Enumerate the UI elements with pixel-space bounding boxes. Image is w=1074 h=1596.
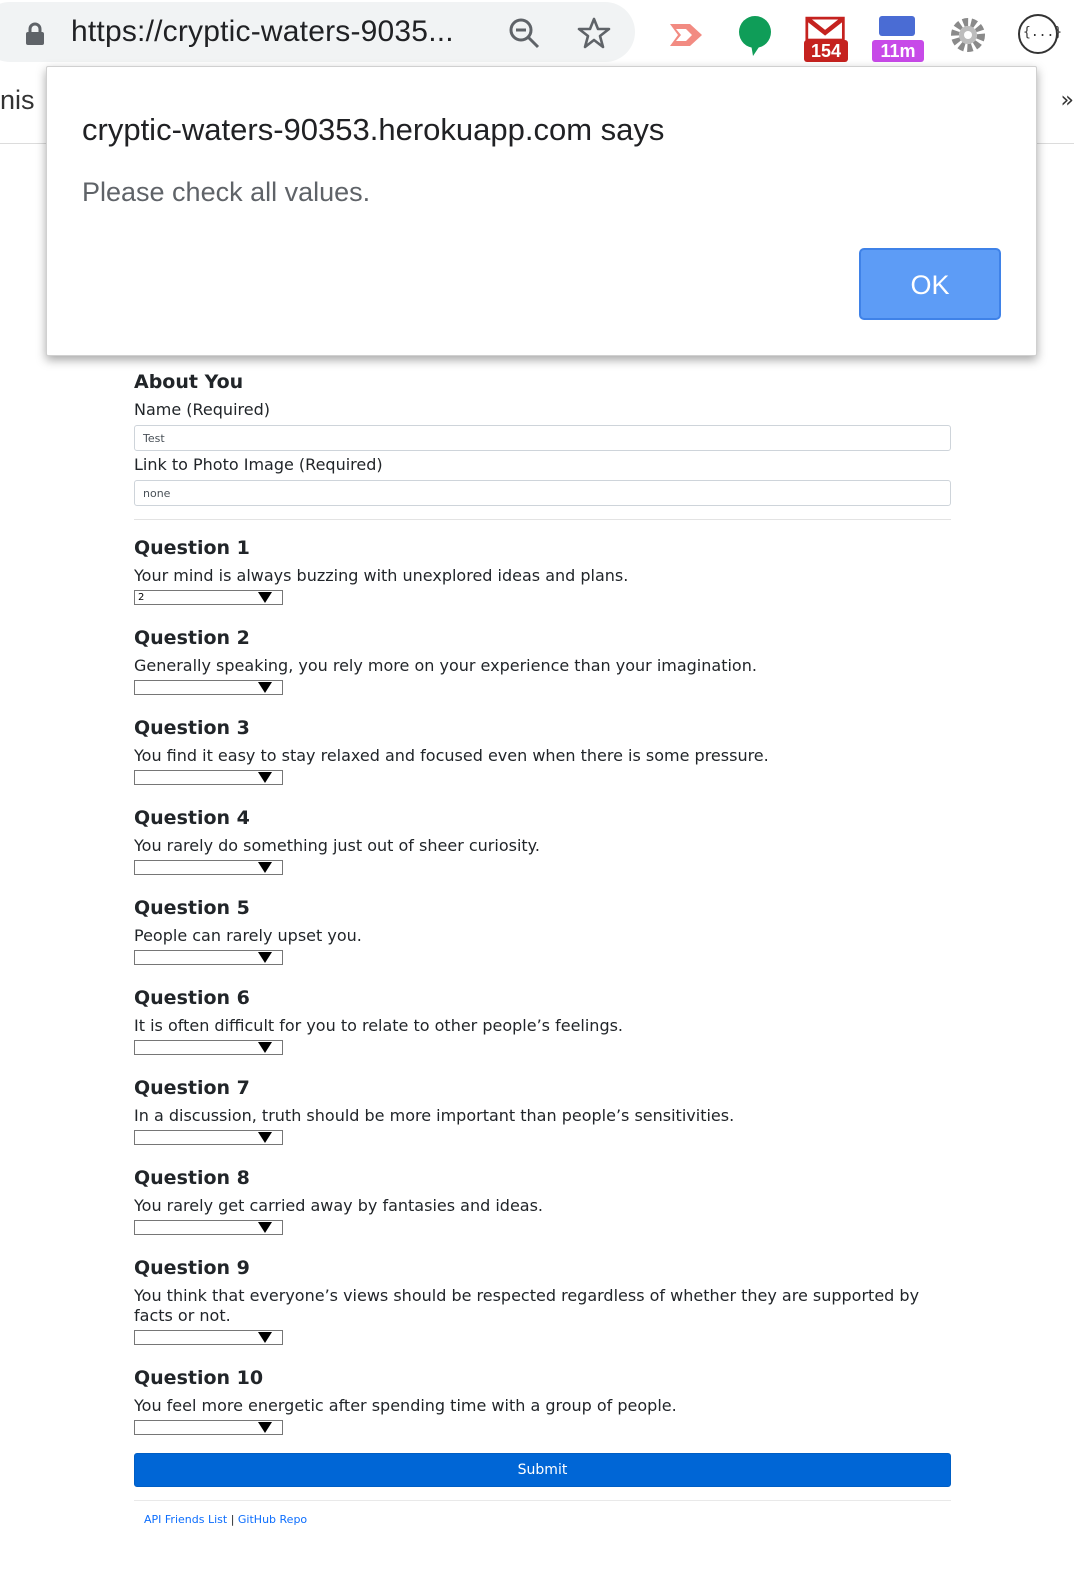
chevron-down-icon <box>258 862 272 873</box>
question-title: Question 7 <box>134 1077 250 1099</box>
alert-dialog: cryptic-waters-90353.herokuapp.com says … <box>46 66 1037 356</box>
question-9: Question 9 You think that everyone’s vie… <box>134 1253 951 1345</box>
question-text: You rarely do something just out of shee… <box>134 836 540 855</box>
footer-divider <box>134 1500 951 1501</box>
question-7: Question 7 In a discussion, truth should… <box>134 1073 951 1145</box>
chevron-down-icon <box>258 1222 272 1233</box>
zoom-icon[interactable] <box>507 16 541 50</box>
chevron-down-icon <box>258 682 272 693</box>
lock-icon <box>26 22 44 45</box>
footer-separator: | <box>230 1513 235 1526</box>
question-title: Question 4 <box>134 807 250 829</box>
answer-select[interactable] <box>134 680 283 695</box>
answer-select[interactable] <box>134 950 283 965</box>
question-text: In a discussion, truth should be more im… <box>134 1106 735 1125</box>
cast-extension-icon[interactable] <box>662 12 708 58</box>
chevron-down-icon <box>258 1332 272 1343</box>
question-title: Question 5 <box>134 897 250 919</box>
browser-toolbar: https://cryptic-waters-9035... 154 11m {… <box>0 0 1074 66</box>
photo-link-input[interactable]: none <box>134 480 951 506</box>
photo-link-label: Link to Photo Image (Required) <box>134 455 383 474</box>
name-label: Name (Required) <box>134 400 270 419</box>
about-you-heading: About You <box>134 371 244 393</box>
timer-badge: 11m <box>872 40 924 62</box>
page-nav-fragment[interactable]: » <box>1061 88 1074 113</box>
answer-select[interactable] <box>134 1040 283 1055</box>
question-text: Your mind is always buzzing with unexplo… <box>134 566 629 585</box>
submit-button[interactable]: Submit <box>134 1453 951 1487</box>
gmail-extension[interactable]: 154 <box>803 12 849 62</box>
question-text: You find it easy to stay relaxed and foc… <box>134 746 769 765</box>
answer-select[interactable] <box>134 770 283 785</box>
answer-select[interactable]: 2 <box>134 590 283 605</box>
timer-extension[interactable]: 11m <box>872 12 924 62</box>
answer-select[interactable] <box>134 1420 283 1435</box>
question-title: Question 3 <box>134 717 250 739</box>
question-text: You think that everyone’s views should b… <box>134 1286 920 1325</box>
github-repo-link[interactable]: GitHub Repo <box>238 1513 307 1526</box>
api-friends-list-link[interactable]: API Friends List <box>144 1513 227 1526</box>
json-viewer-extension[interactable]: {...} <box>1018 14 1062 54</box>
question-text: You feel more energetic after spending t… <box>134 1396 677 1415</box>
question-text: People can rarely upset you. <box>134 926 362 945</box>
hangouts-icon[interactable] <box>733 12 779 58</box>
question-title: Question 6 <box>134 987 250 1009</box>
ok-button[interactable]: OK <box>859 248 1001 320</box>
question-8: Question 8 You rarely get carried away b… <box>134 1163 951 1235</box>
question-text: It is often difficult for you to relate … <box>134 1016 624 1035</box>
chevron-down-icon <box>258 1132 272 1143</box>
answer-select[interactable] <box>134 860 283 875</box>
footer-links: API Friends List | GitHub Repo <box>134 1513 951 1526</box>
question-1: Question 1 Your mind is always buzzing w… <box>134 533 951 605</box>
select-value: 2 <box>138 592 145 603</box>
answer-select[interactable] <box>134 1130 283 1145</box>
alert-title: cryptic-waters-90353.herokuapp.com says <box>82 112 665 147</box>
question-4: Question 4 You rarely do something just … <box>134 803 951 875</box>
chevron-down-icon <box>258 952 272 963</box>
question-title: Question 1 <box>134 537 250 559</box>
question-text: Generally speaking, you rely more on you… <box>134 656 757 675</box>
settings-gear-icon[interactable] <box>945 12 991 58</box>
address-url[interactable]: https://cryptic-waters-9035... <box>71 15 454 49</box>
bookmark-star-icon[interactable] <box>577 16 611 50</box>
gmail-count-badge: 154 <box>804 40 848 62</box>
question-5: Question 5 People can rarely upset you. <box>134 893 951 965</box>
survey-form: About You Name (Required) Test Link to P… <box>134 368 951 1526</box>
question-title: Question 8 <box>134 1167 250 1189</box>
question-title: Question 10 <box>134 1367 264 1389</box>
alert-message: Please check all values. <box>82 177 371 207</box>
chevron-down-icon <box>258 1042 272 1053</box>
question-10: Question 10 You feel more energetic afte… <box>134 1363 951 1435</box>
question-text: You rarely get carried away by fantasies… <box>134 1196 544 1215</box>
page-heading-fragment: nis <box>0 85 35 115</box>
question-2: Question 2 Generally speaking, you rely … <box>134 623 951 695</box>
question-title: Question 9 <box>134 1257 250 1279</box>
chevron-down-icon <box>258 592 272 603</box>
timer-icon <box>879 16 915 36</box>
address-bar[interactable]: https://cryptic-waters-9035... <box>0 2 635 62</box>
question-title: Question 2 <box>134 627 250 649</box>
json-viewer-label: {...} <box>1023 25 1063 40</box>
answer-select[interactable] <box>134 1330 283 1345</box>
chevron-down-icon <box>258 772 272 783</box>
section-divider <box>134 519 951 520</box>
answer-select[interactable] <box>134 1220 283 1235</box>
question-3: Question 3 You find it easy to stay rela… <box>134 713 951 785</box>
chevron-down-icon <box>258 1422 272 1433</box>
name-input[interactable]: Test <box>134 425 951 451</box>
question-6: Question 6 It is often difficult for you… <box>134 983 951 1055</box>
